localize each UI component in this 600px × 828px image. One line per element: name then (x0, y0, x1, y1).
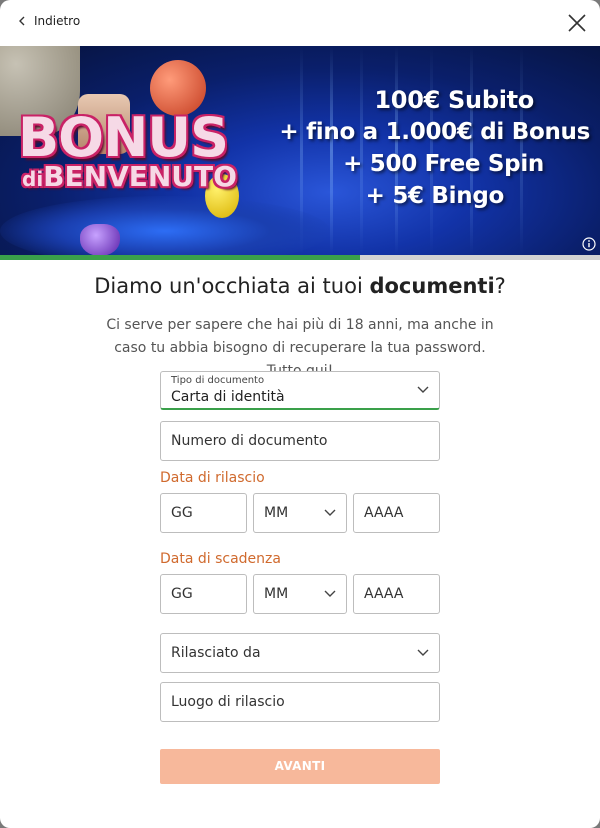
document-type-label: Tipo di documento (171, 375, 265, 386)
document-type-value: Carta di identità (171, 389, 285, 405)
issue-year-input[interactable]: AAAA (353, 493, 440, 533)
issue-year-placeholder: AAAA (364, 505, 404, 521)
issue-date-label: Data di rilascio (160, 470, 265, 486)
expiry-year-input[interactable]: AAAA (353, 574, 440, 614)
issue-place-input[interactable]: Luogo di rilascio (160, 682, 440, 722)
expiry-month-select[interactable]: MM (253, 574, 347, 614)
bonus-logo-sub-small: di (22, 167, 44, 191)
document-number-placeholder: Numero di documento (171, 433, 328, 449)
welcome-bonus-banner[interactable]: BONUS diBENVENUTO 100€ Subito + fino a 1… (0, 46, 600, 255)
document-number-input[interactable]: Numero di documento (160, 421, 440, 461)
document-modal: Indietro BONUS diBENVENUTO 100€ Subito +… (0, 0, 600, 828)
expiry-year-placeholder: AAAA (364, 586, 404, 602)
issue-day-placeholder: GG (171, 505, 193, 521)
chevron-left-icon (19, 16, 25, 26)
issued-by-select[interactable]: Rilasciato da (160, 633, 440, 673)
bonus-logo-sub-word: BENVENUTO (43, 160, 237, 193)
chevron-down-icon (417, 386, 429, 393)
close-icon[interactable] (566, 12, 588, 34)
chevron-down-icon (324, 590, 336, 597)
gem-graphic (80, 224, 120, 255)
promo-line: + 5€ Bingo (365, 183, 505, 209)
issue-day-input[interactable]: GG (160, 493, 247, 533)
next-button[interactable]: AVANTI (160, 749, 440, 784)
promo-line: + fino a 1.000€ di Bonus (279, 119, 590, 145)
back-label: Indietro (34, 14, 81, 28)
expiry-day-input[interactable]: GG (160, 574, 247, 614)
back-button[interactable]: Indietro (18, 14, 80, 28)
promo-line: 100€ Subito (374, 86, 534, 114)
issued-by-placeholder: Rilasciato da (171, 645, 261, 661)
modal-topbar: Indietro (0, 0, 600, 46)
title-bold: documenti (369, 274, 495, 298)
issue-month-placeholder: MM (264, 505, 289, 521)
promo-line: + 500 Free Spin (343, 151, 544, 177)
promo-text: 100€ Subito + fino a 1.000€ di Bonus + 5… (279, 84, 590, 212)
chevron-down-icon (324, 509, 336, 516)
chevron-down-icon (417, 649, 429, 656)
expiry-month-placeholder: MM (264, 586, 289, 602)
document-type-select[interactable]: Tipo di documento Carta di identità (160, 371, 440, 410)
expiry-day-placeholder: GG (171, 586, 193, 602)
expiry-date-label: Data di scadenza (160, 551, 281, 567)
page-title: Diamo un'occhiata ai tuoi documenti? (0, 274, 600, 298)
title-post: ? (494, 274, 506, 298)
progress-bar (0, 255, 600, 260)
info-icon[interactable] (582, 237, 596, 251)
issue-place-placeholder: Luogo di rilascio (171, 694, 285, 710)
title-pre: Diamo un'occhiata ai tuoi (94, 274, 370, 298)
progress-fill (0, 255, 360, 260)
issue-month-select[interactable]: MM (253, 493, 347, 533)
bonus-logo-sub: diBENVENUTO (22, 160, 237, 193)
